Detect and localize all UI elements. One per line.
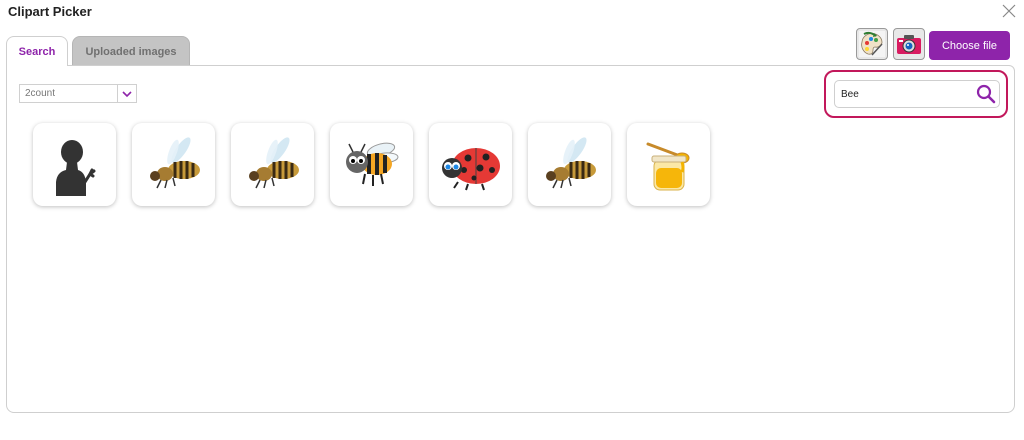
paint-palette-button[interactable] xyxy=(856,28,888,60)
camera-button[interactable] xyxy=(893,28,925,60)
tab-uploaded-images[interactable]: Uploaded images xyxy=(72,36,190,66)
honeybee-icon xyxy=(149,136,200,188)
results-grid xyxy=(33,123,710,206)
search-highlight xyxy=(824,70,1008,118)
result-card[interactable] xyxy=(231,123,314,206)
result-card[interactable] xyxy=(132,123,215,206)
magnifier-icon[interactable] xyxy=(973,82,999,106)
honey-jar-icon xyxy=(646,142,689,190)
choose-file-button[interactable]: Choose file xyxy=(929,31,1010,60)
filter-selected-value: 2count xyxy=(25,88,56,99)
ladybug-icon xyxy=(441,147,500,190)
paint-palette-icon xyxy=(859,31,885,57)
result-card[interactable] xyxy=(429,123,512,206)
dialog-title: Clipart Picker xyxy=(8,4,92,19)
person-silhouette-icon xyxy=(55,139,95,196)
honeybee-icon xyxy=(545,136,596,188)
close-icon[interactable] xyxy=(1000,2,1018,20)
honeybee-icon xyxy=(248,136,299,188)
result-card[interactable] xyxy=(627,123,710,206)
cartoon-bee-icon xyxy=(345,142,398,186)
result-card[interactable] xyxy=(330,123,413,206)
result-card[interactable] xyxy=(528,123,611,206)
filter-dropdown[interactable]: 2count xyxy=(19,84,137,103)
chevron-down-icon[interactable] xyxy=(117,85,136,102)
camera-icon xyxy=(897,35,921,54)
search-input[interactable] xyxy=(835,88,973,100)
search-box xyxy=(834,80,1000,108)
tab-search[interactable]: Search xyxy=(6,36,68,66)
result-card[interactable] xyxy=(33,123,116,206)
